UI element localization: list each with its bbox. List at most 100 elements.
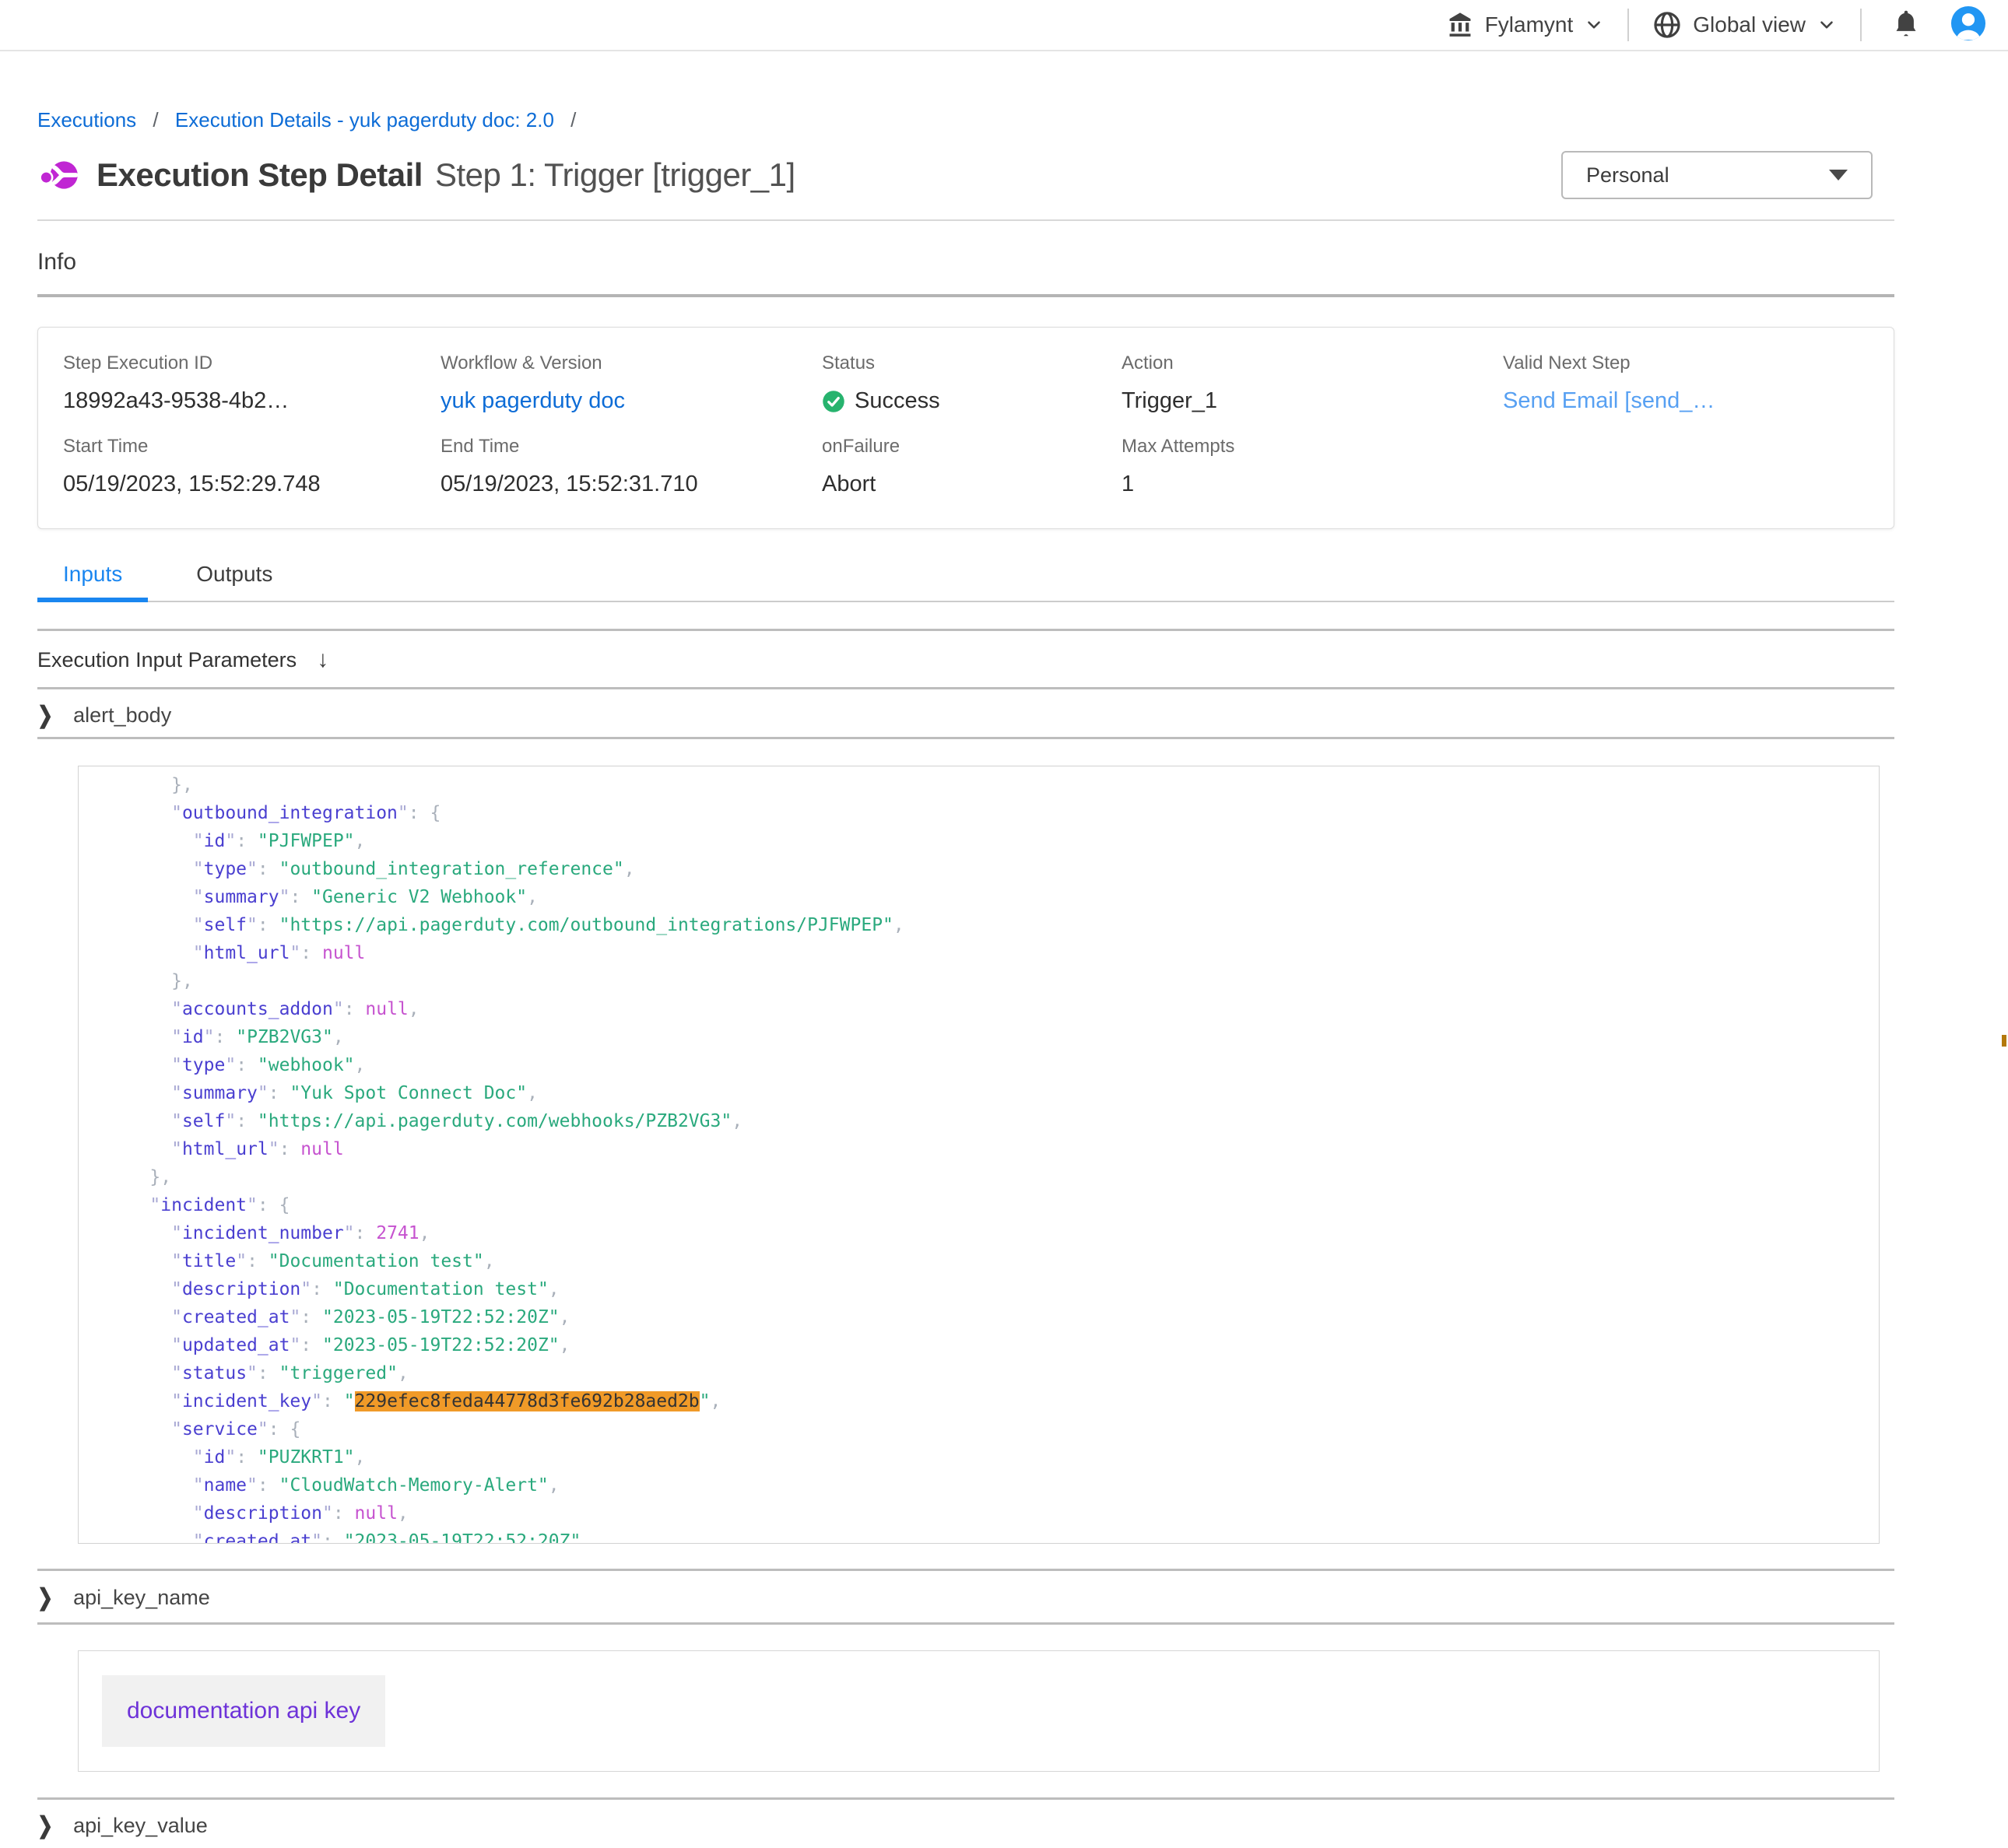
breadcrumb-separator: / — [570, 108, 576, 131]
breadcrumb: Executions / Execution Details - yuk pag… — [37, 107, 1894, 132]
info-field-label: Valid Next Step — [1503, 352, 1894, 374]
info-field-value: 18992a43-9538-4b2… — [63, 388, 441, 414]
json-code-line: "id": "PZB2VG3", — [107, 1023, 1879, 1051]
bank-icon — [1446, 12, 1474, 38]
globe-icon — [1652, 10, 1682, 40]
chevron-down-icon — [1584, 15, 1604, 35]
json-code-line: "type": "outbound_integration_reference"… — [107, 855, 1879, 883]
json-code-viewer[interactable]: "https://api.pagerduty.com/…", }, "outbo… — [78, 766, 1880, 1544]
param-row-alert-body[interactable]: ❯ alert_body — [37, 703, 1894, 728]
json-code-line: "name": "CloudWatch-Memory-Alert", — [107, 1471, 1879, 1499]
json-code-lines: "https://api.pagerduty.com/…", }, "outbo… — [79, 766, 1879, 1544]
json-code-line: "self": "https://api.pagerduty.com/outbo… — [107, 911, 1879, 939]
info-field: Max Attempts 1 — [1122, 436, 1503, 497]
divider — [37, 1797, 1894, 1800]
info-field-label: Start Time — [63, 436, 441, 458]
info-field-value[interactable]: Send Email [send_… — [1503, 388, 1894, 414]
chevron-right-icon: ❯ — [37, 1811, 53, 1839]
download-arrow-icon[interactable]: ↓ — [317, 647, 328, 673]
json-code-line: "updated_at": "2023-05-19T22:52:20Z", — [107, 1331, 1879, 1359]
breadcrumb-link-execution-details[interactable]: Execution Details - yuk pagerduty doc: 2… — [175, 108, 554, 131]
json-code-line: }, — [107, 967, 1879, 995]
info-field: Step Execution ID 18992a43-9538-4b2… — [63, 352, 441, 414]
param-label: api_key_name — [73, 1586, 210, 1610]
chevron-right-icon: ❯ — [37, 1583, 53, 1611]
tab-inputs[interactable]: Inputs — [37, 562, 148, 601]
info-field-label: Status — [822, 352, 1122, 374]
scope-select[interactable]: Personal — [1561, 151, 1873, 199]
title-row: Execution Step Detail Step 1: Trigger [t… — [37, 151, 1894, 199]
info-field: Valid Next Step Send Email [send_… — [1503, 352, 1894, 414]
breadcrumb-link-executions[interactable]: Executions — [37, 108, 136, 131]
json-code-line: }, — [107, 771, 1879, 799]
tab-outputs[interactable]: Outputs — [170, 562, 298, 601]
info-field-value: Abort — [822, 472, 1122, 497]
info-field-value: 1 — [1122, 472, 1503, 497]
json-code-line: "service": { — [107, 1415, 1879, 1443]
execution-input-parameters-label: Execution Input Parameters — [37, 648, 297, 672]
scope-select-value: Personal — [1586, 163, 1669, 188]
info-grid: Step Execution ID 18992a43-9538-4b2…Workf… — [37, 327, 1894, 529]
info-field: End Time 05/19/2023, 15:52:31.710 — [441, 436, 822, 497]
json-code-line: "status": "triggered", — [107, 1359, 1879, 1387]
info-field-label: Workflow & Version — [441, 352, 822, 374]
json-code-line: "html_url": null — [107, 939, 1879, 967]
json-code-line: "html_url": null — [107, 1135, 1879, 1163]
info-field: Action Trigger_1 — [1122, 352, 1503, 414]
chevron-right-icon: ❯ — [37, 701, 53, 729]
org-menu[interactable]: Fylamynt — [1423, 12, 1628, 38]
json-code-line: "incident_number": 2741, — [107, 1219, 1879, 1247]
breadcrumb-separator: / — [153, 108, 158, 131]
param-row-api-key-value[interactable]: ❯ api_key_value — [37, 1814, 1894, 1838]
execution-input-parameters-header: Execution Input Parameters ↓ — [37, 647, 1894, 673]
info-field-label: Max Attempts — [1122, 436, 1503, 458]
info-field-value: Trigger_1 — [1122, 388, 1503, 414]
info-field-label: Action — [1122, 352, 1503, 374]
notifications-button[interactable] — [1862, 9, 1946, 42]
info-field-label: End Time — [441, 436, 822, 458]
api-key-name-chip: documentation api key — [102, 1675, 385, 1747]
json-code-line: "incident_key": "229efec8feda44778d3fe69… — [107, 1387, 1879, 1415]
json-code-line: "summary": "Generic V2 Webhook", — [107, 883, 1879, 911]
info-field-label: Step Execution ID — [63, 352, 441, 374]
info-field-value: 05/19/2023, 15:52:29.748 — [63, 472, 441, 497]
scrollbar-highlight-marker — [2002, 1035, 2006, 1047]
page-subtitle: Step 1: Trigger [trigger_1] — [435, 156, 795, 194]
info-field-value: 05/19/2023, 15:52:31.710 — [441, 472, 822, 497]
main-content: Executions / Execution Details - yuk pag… — [0, 107, 2008, 1838]
info-field-value[interactable]: yuk pagerduty doc — [441, 388, 822, 414]
info-field-label: onFailure — [822, 436, 1122, 458]
info-field-value: Success — [822, 388, 1122, 414]
param-row-api-key-name[interactable]: ❯ api_key_name — [37, 1586, 1894, 1610]
json-code-line: "id": "PJFWPEP", — [107, 827, 1879, 855]
divider — [37, 219, 1894, 221]
page-title: Execution Step Detail — [97, 156, 423, 194]
json-code-line: "created_at": "2023-05-19T22:52:20Z", — [107, 1527, 1879, 1544]
divider — [37, 737, 1894, 739]
json-code-line: "description": "Documentation test", — [107, 1275, 1879, 1303]
json-code-line: "type": "webhook", — [107, 1051, 1879, 1079]
json-code-line: "description": null, — [107, 1499, 1879, 1527]
param-label: alert_body — [73, 703, 171, 728]
json-code-line: "incident": { — [107, 1191, 1879, 1219]
view-menu[interactable]: Global view — [1629, 10, 1860, 40]
api-key-name-value-panel: documentation api key — [78, 1650, 1880, 1772]
tab-bar: Inputs Outputs — [37, 562, 1894, 602]
json-code-line: "id": "PUZKRT1", — [107, 1443, 1879, 1471]
divider — [37, 294, 1894, 297]
chevron-down-icon — [1817, 15, 1837, 35]
top-bar: Fylamynt Global view — [0, 0, 2008, 51]
json-code-line: "accounts_addon": null, — [107, 995, 1879, 1023]
param-label: api_key_value — [73, 1814, 208, 1838]
user-avatar[interactable] — [1950, 5, 1986, 45]
workflow-step-icon — [37, 156, 82, 195]
highlighted-incident-key: 229efec8feda44778d3fe692b28aed2b — [355, 1391, 700, 1411]
json-code-line: "title": "Documentation test", — [107, 1247, 1879, 1275]
divider — [37, 1569, 1894, 1571]
info-field: Start Time 05/19/2023, 15:52:29.748 — [63, 436, 441, 497]
success-check-icon — [822, 390, 845, 413]
divider — [37, 629, 1894, 631]
view-menu-label: Global view — [1693, 12, 1806, 37]
json-code-line: "self": "https://api.pagerduty.com/webho… — [107, 1107, 1879, 1135]
info-heading: Info — [37, 249, 1894, 275]
